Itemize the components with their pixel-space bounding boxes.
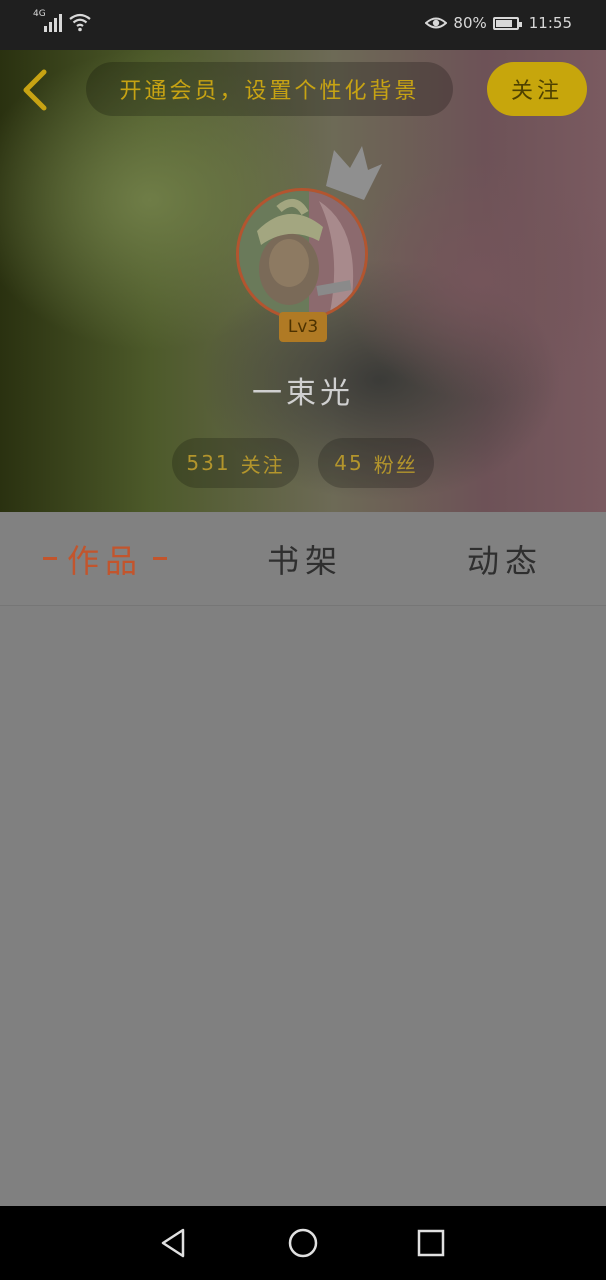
clock: 11:55 [528, 14, 572, 32]
username: 一束光 [252, 376, 354, 411]
vip-background-banner[interactable]: 开通会员，设置个性化背景 [86, 62, 453, 116]
back-button[interactable] [18, 68, 54, 112]
back-triangle-icon [161, 1228, 185, 1258]
network-type: 4G [33, 9, 46, 19]
fans-count: 45 [334, 451, 364, 475]
avatar-image [239, 191, 365, 317]
tab-activity-label: 动态 [466, 541, 543, 580]
tab-activity[interactable]: 动态 [420, 512, 590, 605]
battery-icon [492, 16, 522, 30]
recents-square-icon [417, 1229, 445, 1257]
tab-bookshelf[interactable]: 书架 [220, 512, 390, 605]
signal-icon: 4G [33, 9, 62, 32]
profile-header: 开通会员，设置个性化背景 关注 Lv3 一束光 531 关注 45 粉丝 [0, 50, 606, 512]
system-nav-bar [0, 1206, 606, 1280]
tab-works-label: 作品 [66, 541, 143, 580]
nav-home-button[interactable] [283, 1223, 323, 1263]
tab-bookshelf-label: 书架 [266, 541, 343, 580]
wifi-icon [69, 13, 91, 32]
follow-button[interactable]: 关注 [487, 62, 587, 116]
avatar[interactable] [236, 188, 368, 320]
battery-fill [495, 19, 512, 27]
level-badge: Lv3 [279, 312, 327, 342]
fans-label: 粉丝 [373, 452, 418, 477]
status-left: 4G [33, 9, 92, 32]
status-bar: 4G 80% 11:55 [0, 0, 606, 50]
home-circle-icon [288, 1228, 318, 1258]
chevron-left-icon [23, 69, 47, 111]
following-stat[interactable]: 531 关注 [172, 438, 299, 488]
eye-comfort-icon [425, 17, 448, 29]
status-right: 80% 11:55 [425, 14, 572, 32]
nav-back-button[interactable] [154, 1223, 194, 1263]
active-tab-left-dash [42, 557, 57, 560]
tab-bar: 作品 书架 动态 [0, 512, 606, 606]
tab-works[interactable]: 作品 [20, 512, 190, 605]
tab-content-area [0, 606, 606, 1206]
fans-stat[interactable]: 45 粉丝 [318, 438, 434, 488]
active-tab-right-dash [153, 557, 167, 560]
following-count: 531 [186, 451, 231, 475]
following-label: 关注 [240, 452, 285, 477]
nav-recents-button[interactable] [411, 1223, 451, 1263]
battery-percent: 80% [453, 14, 487, 32]
